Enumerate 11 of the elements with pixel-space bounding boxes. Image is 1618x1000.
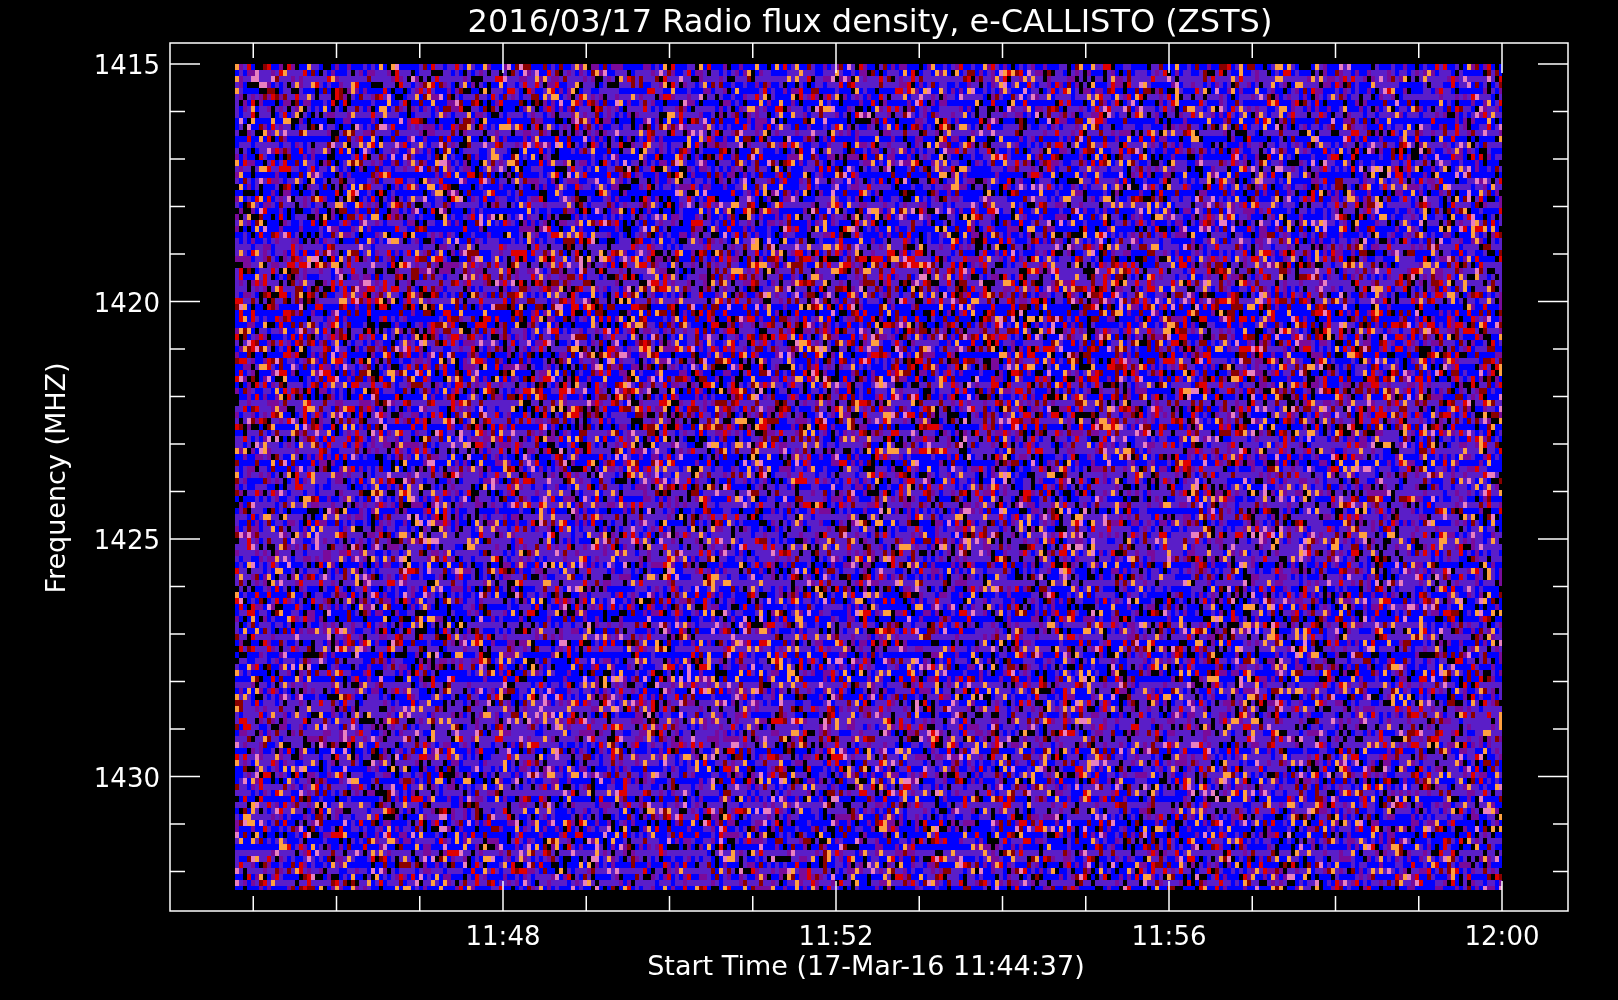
x-tick-label: 11:56: [1131, 921, 1207, 951]
y-tick-label: 1420: [93, 287, 160, 318]
y-tick-label: 1425: [93, 525, 160, 555]
y-tick-label: 1415: [93, 50, 160, 80]
y-axis-label: Frequency (MHZ): [40, 362, 71, 594]
chart-title: 2016/03/17 Radio flux density, e-CALLISTO (ZSTS): [467, 2, 1273, 40]
x-tick-label: 11:48: [465, 921, 541, 951]
x-tick-label: 11:52: [798, 921, 874, 951]
x-axis-label: Start Time (17-Mar-16 11:44:37): [647, 950, 1085, 981]
y-tick-label: 1430: [93, 762, 160, 793]
x-tick-label: 12:00: [1464, 921, 1540, 951]
